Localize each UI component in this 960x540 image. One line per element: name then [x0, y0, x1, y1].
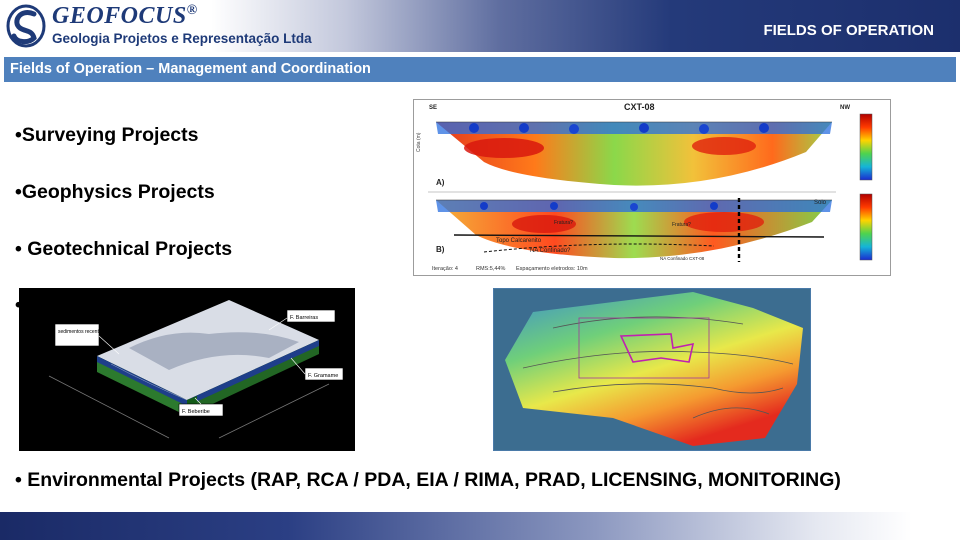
bullet-surveying: •Surveying Projects — [15, 124, 199, 146]
color-scale-b — [859, 193, 873, 261]
geological-3d-model-figure: sedimentos recentes F. Barreiras F. Gram… — [19, 288, 355, 451]
footer-iteration: Iteração: 4 — [432, 266, 458, 272]
footer-spacing: Espaçamento eletrodos: 10m — [516, 266, 588, 272]
bullet-geophysics: •Geophysics Projects — [15, 181, 215, 203]
axis-label-a: Cota (m) — [416, 132, 422, 152]
bullet-geotechnical: • Geotechnical Projects — [15, 238, 233, 260]
label-fratura-2: Fratura? — [672, 222, 691, 228]
label-solo: Solo — [814, 200, 827, 206]
footer-rms: RMS:5,44% — [476, 266, 505, 272]
geofocus-logo-icon — [6, 4, 46, 48]
slide-title-bar: Fields of Operation – Management and Coo… — [4, 57, 956, 82]
footer-banner — [0, 512, 960, 540]
label-gramame: F. Gramame — [308, 373, 338, 379]
color-scale-a — [859, 113, 873, 181]
label-box-sedimentos — [54, 323, 100, 347]
resistivity-section-figure: SE CXT-08 NW Cota (m) A) Solo Topo Calca… — [413, 99, 891, 276]
profile-title: CXT-08 — [624, 102, 655, 112]
contour-surface-map-figure — [493, 288, 811, 451]
label-na-confinado-cxt: NA Confinado CXT-08 — [660, 256, 705, 261]
label-na-confinado: NA Confinado? — [530, 248, 571, 254]
direction-left: SE — [429, 105, 437, 111]
section-heading: FIELDS OF OPERATION — [763, 22, 934, 39]
label-fratura-1: Fratura? — [554, 220, 573, 226]
direction-right: NW — [840, 105, 850, 111]
label-beberibe: F. Beberibe — [182, 409, 210, 415]
panel-label-b: B) — [436, 245, 445, 254]
label-topo-calcarenito: Topo Calcarenito — [496, 238, 542, 244]
brand-name: GEOFOCUS® — [52, 3, 198, 29]
label-barreiras: F. Barreiras — [290, 315, 318, 321]
label-sedimentos: sedimentos recentes — [58, 329, 105, 335]
section-panel-b — [436, 198, 832, 262]
section-panel-a — [436, 121, 832, 186]
header-banner: GEOFOCUS® Geologia Projetos e Representa… — [0, 0, 960, 52]
company-subtitle: Geologia Projetos e Representação Ltda — [52, 31, 312, 46]
slide-title: Fields of Operation – Management and Coo… — [10, 61, 371, 77]
bullet-environmental: • Environmental Projects (RAP, RCA / PDA… — [15, 469, 841, 491]
panel-label-a: A) — [436, 178, 445, 187]
